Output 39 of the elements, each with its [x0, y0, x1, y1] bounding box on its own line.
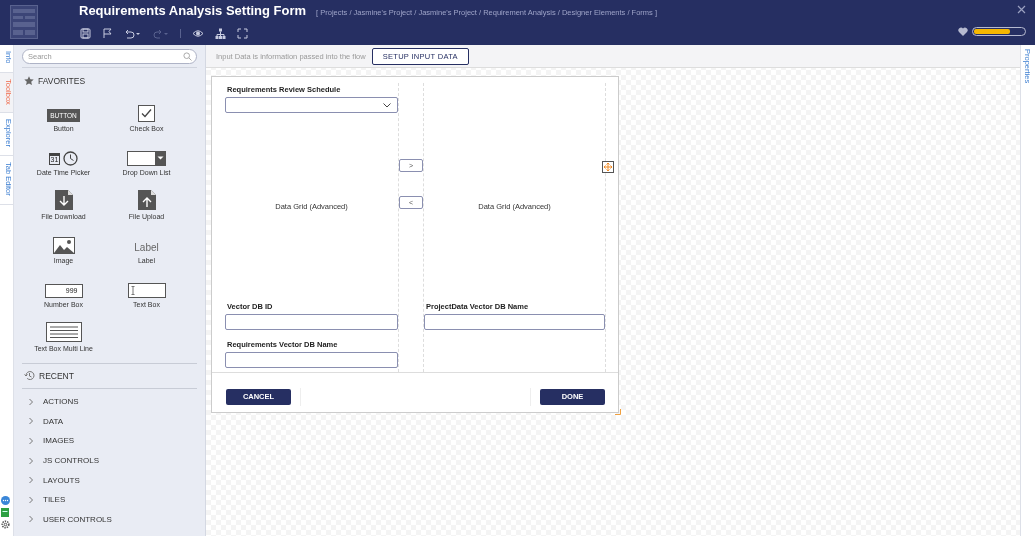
move-handle-icon[interactable]: [602, 161, 614, 173]
category-item[interactable]: ACTIONS: [43, 397, 79, 407]
category-item[interactable]: IMAGES: [43, 436, 75, 446]
dropdown-field[interactable]: [225, 97, 398, 113]
checkbox-icon: [138, 105, 155, 122]
label-icon: Label: [134, 242, 159, 254]
category-item[interactable]: TILES: [43, 495, 66, 505]
text-field[interactable]: [225, 352, 398, 369]
text-box-icon: [127, 283, 166, 298]
chat-icon[interactable]: [1, 496, 10, 505]
star-icon: [24, 76, 34, 86]
category-item[interactable]: DATA: [43, 416, 64, 426]
save-icon[interactable]: [80, 28, 91, 39]
window-title: Requirements Analysis Setting Form: [79, 3, 307, 18]
form-logo-icon: [10, 5, 38, 39]
dropdown-icon: [127, 151, 166, 166]
chevron-down-icon: [383, 102, 391, 108]
history-icon: [24, 370, 35, 381]
gear-icon[interactable]: [1, 520, 10, 529]
file-upload-icon: [137, 190, 156, 210]
flag-icon[interactable]: [102, 28, 113, 39]
eye-icon[interactable]: [192, 28, 204, 39]
close-icon[interactable]: [1017, 5, 1026, 14]
fullscreen-icon[interactable]: [237, 28, 248, 39]
section-title: FAVORITES: [38, 76, 86, 86]
section-title: RECENT: [39, 370, 74, 381]
image-icon: [52, 237, 75, 254]
file-download-icon: [54, 190, 73, 210]
category-item[interactable]: LAYOUTS: [43, 475, 80, 485]
document-icon[interactable]: [1, 508, 9, 517]
category-item[interactable]: JS CONTROLS: [43, 456, 99, 466]
text-field[interactable]: [225, 314, 398, 331]
undo-icon[interactable]: [124, 28, 141, 39]
text-field[interactable]: [424, 314, 605, 331]
category-item[interactable]: USER CONTROLS: [43, 514, 112, 524]
heart-icon: [958, 27, 968, 36]
hierarchy-icon[interactable]: [215, 28, 226, 39]
search-icon: [183, 52, 192, 61]
resize-handle-icon[interactable]: [615, 409, 621, 415]
